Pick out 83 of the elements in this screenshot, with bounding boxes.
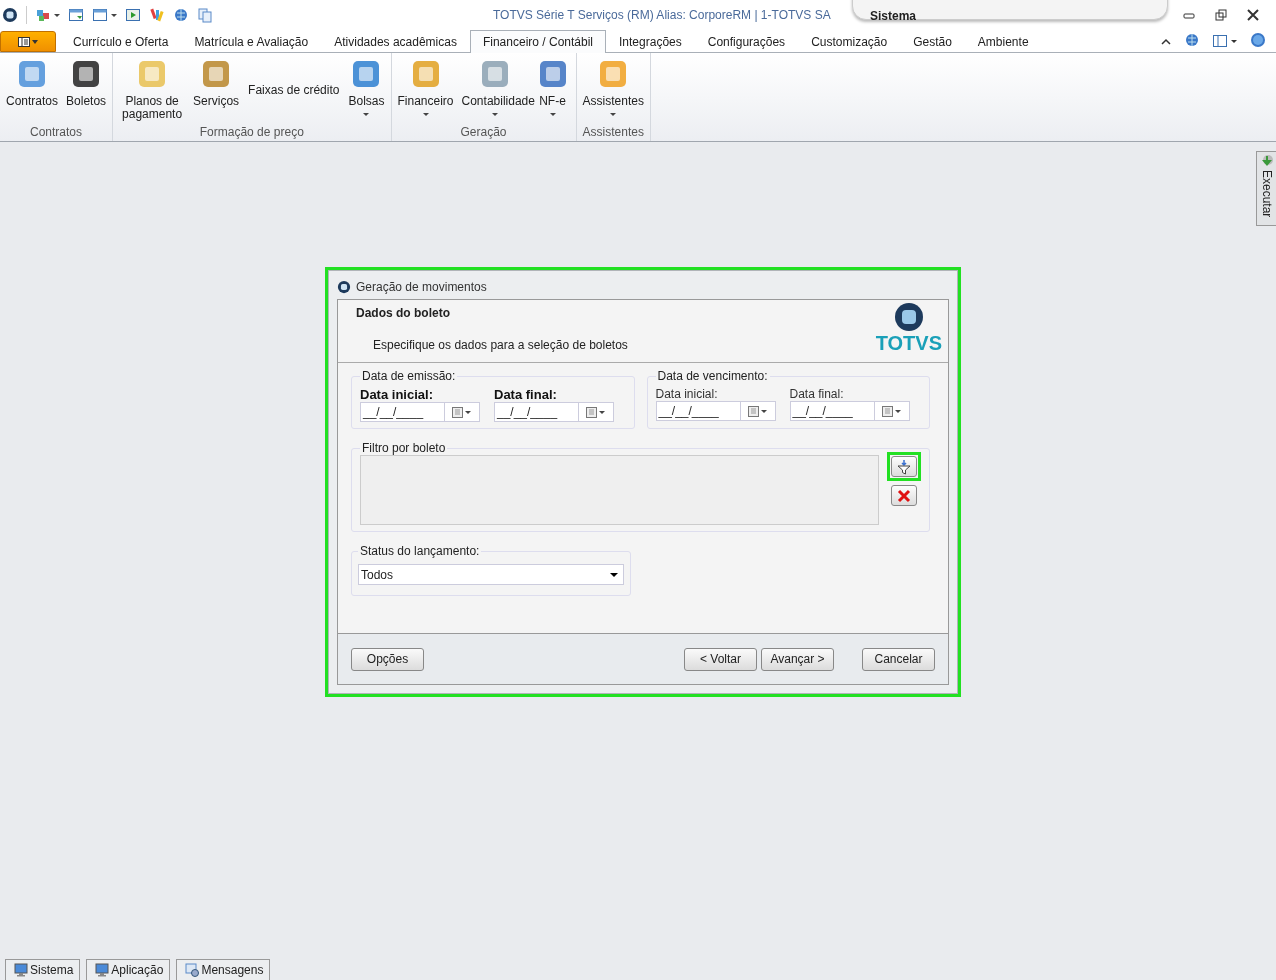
group-label: Status do lançamento:: [359, 544, 481, 558]
globe-icon[interactable]: [1184, 32, 1200, 48]
caret-icon[interactable]: [111, 13, 117, 17]
messages-icon[interactable]: [185, 963, 200, 977]
field-label: Data inicial:: [655, 387, 719, 401]
close-icon[interactable]: [1246, 8, 1260, 22]
ribbon-group-label: Geração: [459, 125, 508, 141]
group-label: Filtro por boleto: [361, 441, 447, 455]
ribbon-button[interactable]: Contratos: [3, 57, 62, 108]
ribbon-button[interactable]: Serviços: [190, 57, 243, 108]
monitor-icon[interactable]: [14, 963, 28, 977]
cancel-button[interactable]: Cancelar: [862, 647, 935, 671]
taskbar-button[interactable]: Sistema: [5, 959, 81, 980]
section-heading: Dados do boleto: [356, 306, 451, 320]
date-field[interactable]: __/__/____: [494, 402, 614, 422]
monitor-icon[interactable]: [95, 963, 110, 977]
caret-icon[interactable]: [422, 113, 429, 116]
date-field[interactable]: __/__/____: [789, 401, 910, 421]
run-icon[interactable]: [125, 7, 141, 23]
ribbon-tab[interactable]: Configurações: [694, 30, 799, 52]
layout-icon[interactable]: [1212, 34, 1238, 48]
ribbon-button[interactable]: Assistentes: [579, 57, 647, 116]
caret-icon[interactable]: [491, 113, 498, 116]
app-logo-icon: [337, 280, 351, 294]
restore-icon[interactable]: [1214, 8, 1228, 22]
caret-icon[interactable]: [610, 113, 617, 116]
ribbon-button[interactable]: Boletos: [63, 57, 110, 108]
ribbon-tab[interactable]: Integrações: [606, 30, 695, 52]
calendar-icon[interactable]: [746, 405, 769, 417]
group-label: Data de vencimento:: [656, 369, 769, 383]
ribbon-tab[interactable]: Financeiro / Contábil: [469, 30, 606, 53]
cubes-icon[interactable]: [35, 7, 51, 23]
ribbon-tab[interactable]: Currículo e Oferta: [60, 30, 182, 52]
ribbon-button[interactable]: Bolsas: [345, 57, 388, 116]
date-field[interactable]: __/__/____: [655, 401, 776, 421]
palette-icon[interactable]: [149, 7, 165, 23]
ribbon-group-label: Contratos: [29, 125, 84, 141]
caret-icon[interactable]: [363, 113, 370, 116]
calendar-icon[interactable]: [585, 406, 607, 418]
status-dropdown[interactable]: Todos: [358, 564, 624, 585]
ribbon-tab[interactable]: Ambiente: [964, 30, 1042, 52]
filter-button[interactable]: [891, 456, 917, 477]
clear-button[interactable]: [891, 485, 917, 506]
options-button[interactable]: Opções: [351, 647, 424, 671]
ribbon-button[interactable]: Financeiro: [394, 57, 457, 116]
group-label: Data de emissão:: [361, 369, 457, 383]
ribbon-button[interactable]: Faixas de crédito: [244, 57, 344, 97]
ribbon-tab[interactable]: Atividades acadêmicas: [321, 30, 470, 52]
execute-panel-tab[interactable]: Executar: [1256, 151, 1276, 226]
filter-icon[interactable]: [896, 458, 912, 475]
next-button[interactable]: Avançar >: [761, 647, 834, 671]
back-button[interactable]: < Voltar: [684, 647, 757, 671]
caret-icon[interactable]: [549, 113, 556, 116]
ribbon-tab[interactable]: Matrícula e Avaliação: [181, 30, 322, 52]
caret-icon[interactable]: [54, 13, 60, 17]
ribbon-button[interactable]: Planos de pagamento: [116, 57, 189, 121]
dialog-title: Geração de movimentos: [356, 280, 487, 294]
taskbar-button[interactable]: Mensagens: [176, 959, 271, 980]
ribbon-group-label: Assistentes: [581, 125, 645, 141]
app-logo-icon[interactable]: [2, 7, 18, 23]
window-title: TOTVS Série T Serviços (RM) Alias: CorporeRM | 1-TOTVS SA: [493, 8, 831, 22]
ribbon-group-label: Formação de preço: [198, 125, 305, 141]
totvs-logo: TOTVS: [875, 300, 942, 362]
panel-icon[interactable]: [17, 35, 39, 48]
section-subtitle: Especifique os dados para a seleção de boletos: [373, 338, 628, 352]
taskbar-button[interactable]: Aplicação: [86, 959, 171, 980]
ribbon-tab[interactable]: Customização: [798, 30, 901, 52]
globe-icon[interactable]: [173, 7, 189, 23]
field-label: Data inicial:: [360, 387, 434, 402]
field-label: Data final:: [494, 387, 558, 402]
calendar-icon[interactable]: [880, 405, 903, 417]
help-icon[interactable]: [1250, 32, 1266, 48]
ribbon-tab[interactable]: Gestão: [900, 30, 965, 52]
date-field[interactable]: __/__/____: [360, 402, 480, 422]
gear-arrow-icon[interactable]: [1259, 154, 1274, 168]
window-icon[interactable]: [92, 7, 108, 23]
copy-icon[interactable]: [197, 7, 213, 23]
window-icon[interactable]: [68, 7, 84, 23]
application-menu-button[interactable]: [0, 31, 56, 52]
logo-mark-icon: [892, 302, 925, 332]
field-label: Data final:: [789, 387, 845, 401]
calendar-icon[interactable]: [451, 406, 473, 418]
caret-icon[interactable]: [609, 571, 619, 578]
